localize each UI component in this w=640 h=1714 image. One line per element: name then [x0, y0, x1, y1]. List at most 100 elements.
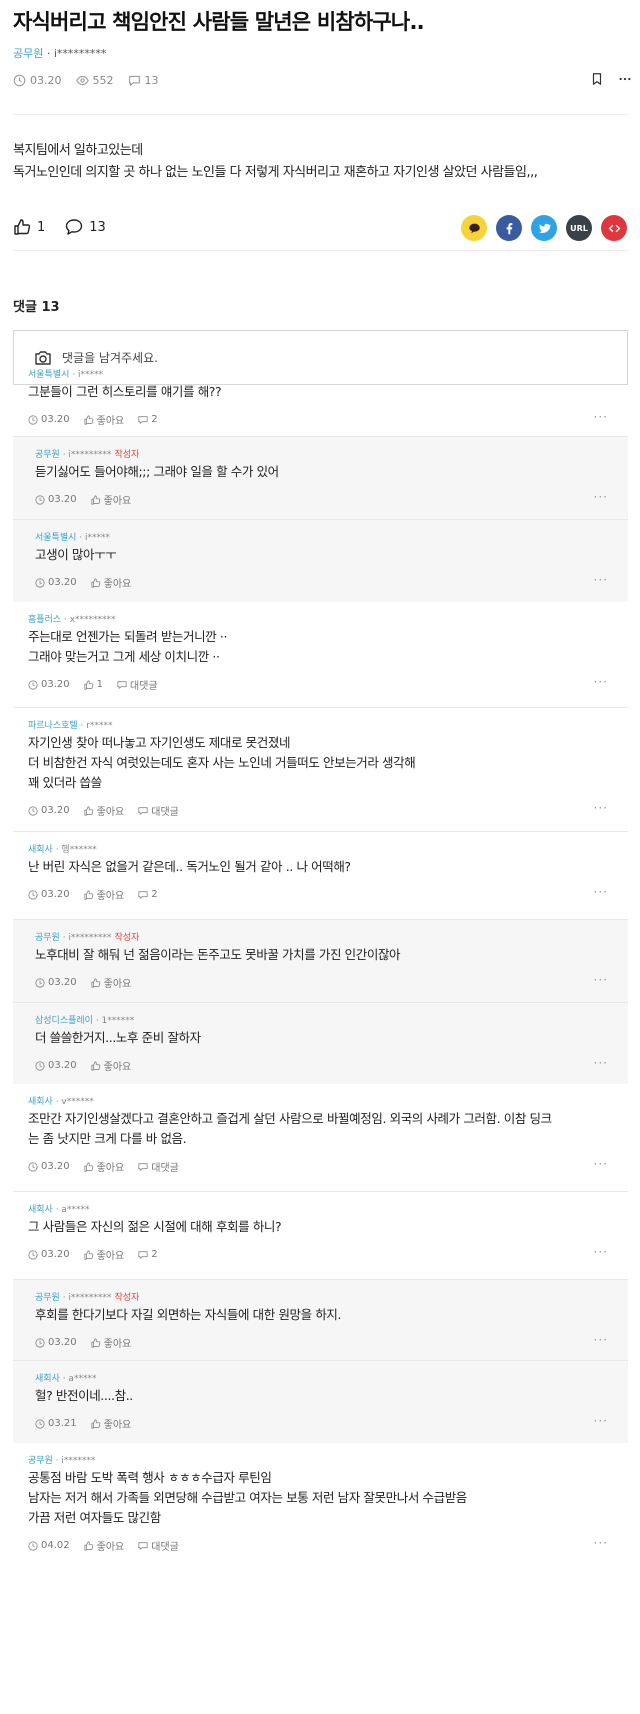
comment-text-line: 조만간 자기인생살겠다고 결혼안하고 즐겁게 살던 사람으로 바뀔예정임. 외국… — [28, 1111, 552, 1126]
post-author-company[interactable]: 공무원 — [13, 47, 43, 60]
comment-reply-button[interactable]: 대댓글 — [138, 1538, 179, 1553]
comment-more-icon[interactable]: ··· — [594, 1536, 608, 1550]
comment-like-button[interactable]: 좋아요 — [91, 1416, 131, 1431]
comment-like-button[interactable]: 좋아요 — [91, 1058, 131, 1073]
comments-title: 댓글 13 — [13, 300, 60, 315]
thumbs-up-icon — [91, 977, 100, 988]
comment-like-button[interactable]: 좋아요 — [91, 975, 131, 990]
comment-date-text: 03.20 — [41, 805, 70, 816]
comment-like-button[interactable]: 좋아요 — [91, 575, 131, 590]
comment-date-text: 03.20 — [41, 1161, 70, 1172]
comment-text: 난 버린 자식은 없을거 같은데.. 독거노인 될거 같아 .. 나 어떡해? — [28, 857, 351, 877]
post-author[interactable]: 공무원 · i********* — [13, 45, 106, 61]
comment-text: 그분들이 그런 히스토리를 얘기를 해?? — [28, 382, 222, 402]
comment-author-company[interactable]: 새회사 — [28, 1097, 53, 1107]
comment-reply-label: 대댓글 — [151, 807, 179, 818]
reply-comment: 서울특별시 · i***** 고생이 많아ㅜㅜ 03.20 좋아요 ··· — [13, 520, 628, 602]
comment-meta: 03.20 좋아요 — [35, 1058, 131, 1073]
comment-date-text: 03.21 — [48, 1418, 77, 1429]
thumbs-up-icon — [91, 1418, 100, 1429]
comment-more-icon[interactable]: ··· — [594, 973, 608, 987]
comment-more-icon[interactable]: ··· — [594, 1157, 608, 1171]
comment-author[interactable]: 서울특별시 · i***** — [28, 367, 103, 380]
kakao-share-button[interactable] — [461, 215, 487, 241]
comment-like-button[interactable]: 좋아요 — [91, 492, 131, 507]
comment-like-button[interactable]: 좋아요 — [84, 1159, 124, 1174]
comment-author[interactable]: 새회사 · 헹****** — [28, 842, 97, 855]
comment-author-company[interactable]: 서울특별시 — [35, 533, 76, 543]
comment-like-button[interactable]: 좋아요 — [84, 1538, 124, 1553]
comment-button[interactable]: 13 — [65, 218, 106, 236]
comment-author[interactable]: 서울특별시 · i***** — [35, 530, 110, 543]
comment-more-icon[interactable]: ··· — [594, 1414, 608, 1428]
comment-reply-button[interactable]: 대댓글 — [117, 677, 158, 692]
embed-share-button[interactable] — [601, 215, 627, 241]
comment-author-company[interactable]: 공무원 — [35, 1293, 60, 1303]
comment-author-company[interactable]: 공무원 — [35, 450, 60, 460]
comment-more-icon[interactable]: ··· — [594, 1333, 608, 1347]
comment-author-id: · 1****** — [92, 1016, 135, 1026]
post-body-line: 복지팀에서 일하고있는데 — [13, 143, 143, 158]
url-share-button[interactable]: URL — [566, 215, 592, 241]
comment-more-icon[interactable]: ··· — [594, 801, 608, 815]
comment-author[interactable]: 새회사 · v****** — [28, 1094, 94, 1107]
comment-author[interactable]: 공무원 · i********* 작성자 — [35, 447, 139, 460]
comment-author[interactable]: 공무원 · i********* 작성자 — [35, 930, 139, 943]
comment-author[interactable]: 파르나스호텔 · r***** — [28, 718, 112, 731]
comment-more-icon[interactable]: ··· — [594, 675, 608, 689]
comment-reply-label: 2 — [151, 1249, 158, 1260]
comment-reply-label: 2 — [151, 889, 158, 900]
bookmark-icon[interactable] — [590, 72, 604, 86]
comment-more-icon[interactable]: ··· — [594, 490, 608, 504]
clock-icon — [35, 1337, 45, 1348]
comment-author[interactable]: 공무원 · i********* 작성자 — [35, 1290, 139, 1303]
comment-more-icon[interactable]: ··· — [594, 1056, 608, 1070]
comment-like-button[interactable]: 좋아요 — [91, 1335, 131, 1350]
comment-author[interactable]: 새회사 · a***** — [28, 1202, 89, 1215]
comment-author-company[interactable]: 흠플러스 — [28, 615, 61, 625]
reaction-row: 1 13 — [13, 218, 106, 236]
comment-date: 03.20 — [28, 1249, 70, 1260]
comment-like-button[interactable]: 좋아요 — [84, 803, 124, 818]
comment-author-company[interactable]: 새회사 — [28, 1205, 53, 1215]
comment-author-company[interactable]: 공무원 — [28, 1456, 53, 1466]
comment-author[interactable]: 공무원 · i******* — [28, 1453, 95, 1466]
twitter-share-button[interactable] — [531, 215, 557, 241]
comment-reply-button[interactable]: 2 — [138, 889, 158, 900]
comment-author-company[interactable]: 파르나스호텔 — [28, 721, 78, 731]
comment-like-button[interactable]: 좋아요 — [84, 887, 124, 902]
comment-author-company[interactable]: 새회사 — [35, 1374, 60, 1384]
comment-author-company[interactable]: 새회사 — [28, 845, 53, 855]
post-title: 자식버리고 책임안진 사람들 말년은 비참하구나.. — [13, 10, 425, 34]
thumbs-up-icon — [84, 805, 93, 816]
comment-author-company[interactable]: 서울특별시 — [28, 370, 69, 380]
comment-author[interactable]: 흠플러스 · x********* — [28, 612, 116, 625]
comment-more-icon[interactable]: ··· — [594, 1245, 608, 1259]
comment-author[interactable]: 삼성디스플레이 · 1****** — [35, 1013, 134, 1026]
comment-reply-button[interactable]: 2 — [138, 1249, 158, 1260]
more-options-icon[interactable] — [618, 72, 632, 86]
comment-like-button[interactable]: 좋아요 — [84, 412, 124, 427]
like-button[interactable]: 1 — [13, 218, 45, 236]
comment-more-icon[interactable]: ··· — [594, 573, 608, 587]
clock-icon — [28, 805, 38, 816]
comment-more-icon[interactable]: ··· — [594, 885, 608, 899]
comment-author-id: · i********* — [59, 450, 112, 460]
comment-author-id: · 헹****** — [52, 845, 97, 855]
comment-date: 03.20 — [28, 1161, 70, 1172]
thumbs-up-icon — [84, 679, 93, 690]
comment-like-button[interactable]: 1 — [84, 679, 103, 690]
reaction-divider — [13, 250, 628, 251]
comment-reply-button[interactable]: 대댓글 — [138, 1159, 179, 1174]
comment-text: 주는대로 언젠가는 되돌려 받는거니깐 ·· 그래야 맞는거고 그게 세상 이치니… — [28, 627, 227, 667]
comment-reply-button[interactable]: 2 — [138, 414, 158, 425]
comment-more-icon[interactable]: ··· — [594, 410, 608, 424]
facebook-share-button[interactable] — [496, 215, 522, 241]
comment-like-button[interactable]: 좋아요 — [84, 1247, 124, 1262]
comment-reply-button[interactable]: 대댓글 — [138, 803, 179, 818]
comment-author-company[interactable]: 삼성디스플레이 — [35, 1016, 93, 1026]
clock-icon — [35, 577, 45, 588]
comment-author[interactable]: 새회사 · a***** — [35, 1371, 96, 1384]
comment-author-company[interactable]: 공무원 — [35, 933, 60, 943]
comment-date-text: 03.20 — [48, 577, 77, 588]
